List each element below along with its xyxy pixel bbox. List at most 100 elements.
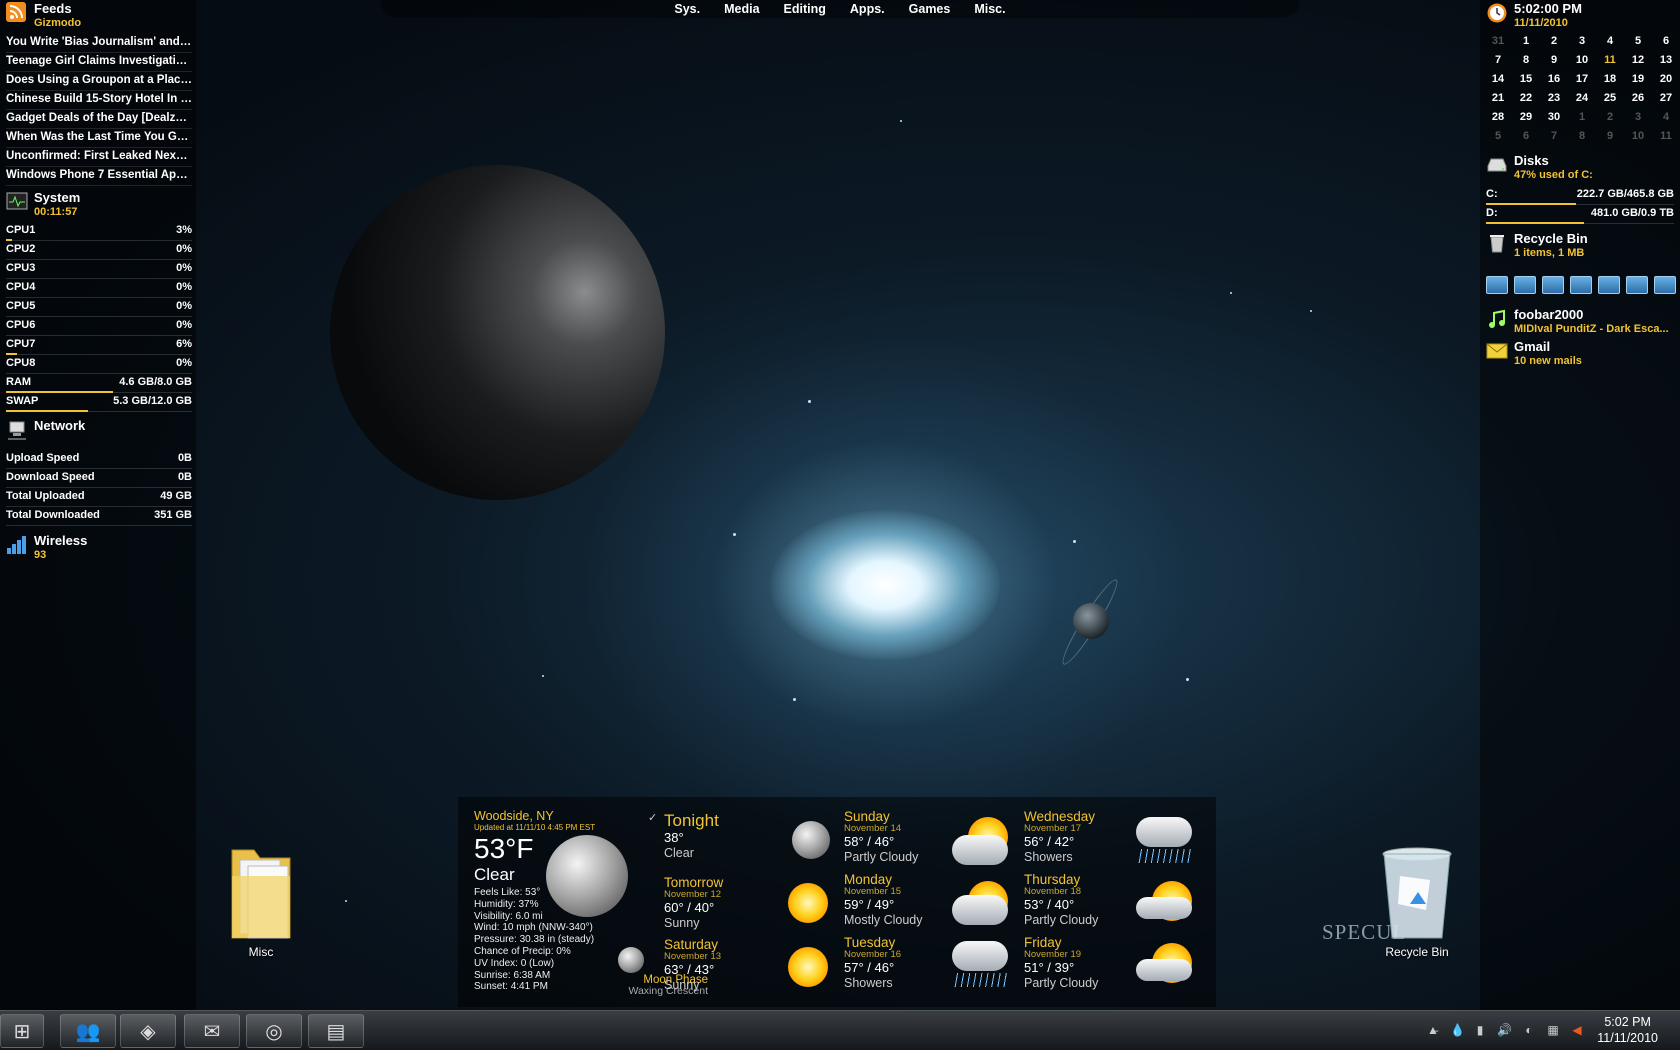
calendar-day[interactable]: 24 <box>1568 89 1596 108</box>
calendar-day[interactable]: 14 <box>1484 70 1512 89</box>
calendar-day[interactable]: 23 <box>1540 89 1568 108</box>
calendar-day[interactable]: 9 <box>1540 51 1568 70</box>
calendar-day[interactable]: 5 <box>1484 127 1512 146</box>
calendar-day[interactable]: 10 <box>1568 51 1596 70</box>
documents-folder-icon[interactable] <box>1514 276 1536 294</box>
taskbar-app-explorer[interactable]: ▤ <box>308 1014 364 1048</box>
feed-item[interactable]: Does Using a Groupon at a Place... <box>6 72 192 91</box>
calendar-day[interactable]: 5 <box>1624 32 1652 51</box>
menu-misc[interactable]: Misc. <box>974 0 1005 18</box>
home-folder-icon[interactable] <box>1486 276 1508 294</box>
menu-sys[interactable]: Sys. <box>674 0 700 18</box>
wireless-header[interactable]: Wireless 93 <box>6 534 87 562</box>
sunny-icon <box>788 947 828 987</box>
calendar-day[interactable]: 19 <box>1624 70 1652 89</box>
volume-icon[interactable]: 🔊 <box>1497 1023 1512 1037</box>
disk-row: C: 222.7 GB/465.8 GB <box>1486 186 1674 205</box>
calendar-day[interactable]: 2 <box>1540 32 1568 51</box>
calendar-day[interactable]: 31 <box>1484 32 1512 51</box>
calendar-day[interactable]: 4 <box>1596 32 1624 51</box>
menu-editing[interactable]: Editing <box>784 0 826 18</box>
calendar-day[interactable]: 22 <box>1512 89 1540 108</box>
calendar-day[interactable]: 6 <box>1512 127 1540 146</box>
network-header[interactable]: Network <box>6 419 85 441</box>
meter-row: RAM 4.6 GB/8.0 GB <box>6 374 192 393</box>
mail-widget[interactable]: Gmail 10 new mails <box>1486 340 1582 368</box>
music-widget[interactable]: foobar2000 MIDIval PunditZ - Dark Esca... <box>1486 308 1669 336</box>
hard-disk-icon <box>1487 158 1507 172</box>
videos-folder-icon[interactable] <box>1626 276 1648 294</box>
calendar-day[interactable]: 21 <box>1484 89 1512 108</box>
calendar-day[interactable]: 8 <box>1512 51 1540 70</box>
calendar-day[interactable]: 3 <box>1568 32 1596 51</box>
calendar-day[interactable]: 3 <box>1624 108 1652 127</box>
taskbar-app-steam[interactable]: ◎ <box>246 1014 302 1048</box>
calendar-day[interactable]: 7 <box>1484 51 1512 70</box>
checkmark-icon[interactable]: ✓ <box>648 811 657 824</box>
misc-folder-shortcut[interactable]: Misc <box>216 846 306 959</box>
calendar-day[interactable]: 16 <box>1540 70 1568 89</box>
calendar-day[interactable]: 13 <box>1652 51 1680 70</box>
calendar-day[interactable]: 29 <box>1512 108 1540 127</box>
tray-drop-icon[interactable]: 💧 <box>1450 1023 1465 1037</box>
taskbar-time: 5:02 PM <box>1604 1015 1651 1029</box>
calendar-day[interactable]: 8 <box>1568 127 1596 146</box>
calendar-day[interactable]: 6 <box>1652 32 1680 51</box>
folder-icon: ▤ <box>326 1020 346 1043</box>
disks-header[interactable]: Disks 47% used of C: <box>1486 154 1593 182</box>
system-header[interactable]: System 00:11:57 <box>6 191 80 219</box>
calendar-day[interactable]: 1 <box>1568 108 1596 127</box>
feeds-header[interactable]: Feeds Gizmodo <box>6 2 81 30</box>
taskbar-app-mail[interactable]: ✉ <box>184 1014 240 1048</box>
calendar-day[interactable]: 12 <box>1624 51 1652 70</box>
stat-row: Upload Speed 0B <box>6 450 192 469</box>
calendar-day[interactable]: 26 <box>1624 89 1652 108</box>
calendar-day[interactable]: 28 <box>1484 108 1512 127</box>
feed-item[interactable]: Windows Phone 7 Essential Apps,... <box>6 167 192 186</box>
pictures-folder-icon[interactable] <box>1598 276 1620 294</box>
calendar-week: 14 15 16 17 18 19 20 <box>1484 70 1680 89</box>
feed-item[interactable]: Gadget Deals of the Day [Dealzm... <box>6 110 192 129</box>
downloads-folder-icon[interactable] <box>1542 276 1564 294</box>
menu-media[interactable]: Media <box>724 0 759 18</box>
network-signal-icon[interactable]: ▮ <box>1473 1023 1487 1037</box>
calendar-day[interactable]: 11 <box>1652 127 1680 146</box>
taskbar-app-contacts[interactable]: 👥 <box>60 1014 116 1048</box>
tray-app-icon[interactable]: ◐ <box>1522 1023 1536 1037</box>
calendar-day[interactable]: 27 <box>1652 89 1680 108</box>
menu-games[interactable]: Games <box>909 0 951 18</box>
start-button[interactable]: ⊞ <box>0 1014 44 1048</box>
calendar-day[interactable]: 25 <box>1596 89 1624 108</box>
clock-widget[interactable]: 5:02:00 PM 11/11/2010 <box>1486 2 1582 30</box>
calendar-day[interactable]: 11 <box>1596 51 1624 70</box>
taskbar-clock[interactable]: 5:02 PM 11/11/2010 <box>1597 1014 1658 1046</box>
weather-location[interactable]: Woodside, NY <box>474 809 554 823</box>
tray-3d-icon[interactable]: ▦ <box>1546 1023 1560 1037</box>
computer-icon[interactable] <box>1654 276 1676 294</box>
calendar-day[interactable]: 10 <box>1624 127 1652 146</box>
feed-item[interactable]: Teenage Girl Claims Investigative... <box>6 53 192 72</box>
menu-apps[interactable]: Apps. <box>850 0 885 18</box>
feed-item[interactable]: Chinese Build 15-Story Hotel In Ju... <box>6 91 192 110</box>
feed-item[interactable]: Unconfirmed: First Leaked Nexus... <box>6 148 192 167</box>
calendar-day[interactable]: 18 <box>1596 70 1624 89</box>
calendar-day[interactable]: 7 <box>1540 127 1568 146</box>
calendar-day[interactable]: 9 <box>1596 127 1624 146</box>
speaker-icon[interactable]: ◀ <box>1570 1023 1584 1037</box>
feed-item[interactable]: You Write 'Bias Journalism' and I... <box>6 34 192 53</box>
tray-expand-icon[interactable]: ▲ <box>1426 1023 1440 1037</box>
recycle-header[interactable]: Recycle Bin 1 items, 1 MB <box>1486 232 1588 260</box>
feed-item[interactable]: When Was the Last Time You Gav... <box>6 129 192 148</box>
calendar-day[interactable]: 1 <box>1512 32 1540 51</box>
calendar-day[interactable]: 4 <box>1652 108 1680 127</box>
taskbar-app-firefox[interactable]: ◈ <box>120 1014 176 1048</box>
calendar-day[interactable]: 15 <box>1512 70 1540 89</box>
steam-icon: ◎ <box>265 1020 283 1043</box>
calendar-day[interactable]: 2 <box>1596 108 1624 127</box>
calendar-day[interactable]: 30 <box>1540 108 1568 127</box>
system-meters: CPU1 3% CPU2 0% CPU3 0% CPU4 0% CPU5 0% CPU6 0… <box>6 222 192 412</box>
calendar-day[interactable]: 17 <box>1568 70 1596 89</box>
music-folder-icon[interactable] <box>1570 276 1592 294</box>
recycle-bin-shortcut[interactable]: Recycle Bin <box>1372 846 1462 959</box>
calendar-day[interactable]: 20 <box>1652 70 1680 89</box>
